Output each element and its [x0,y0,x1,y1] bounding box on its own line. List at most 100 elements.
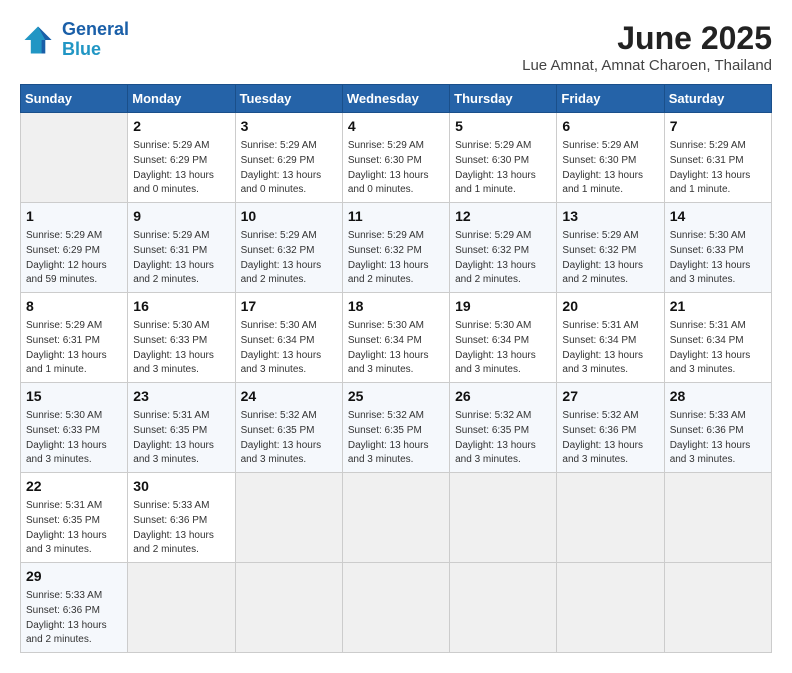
day-number: 26 [455,387,551,406]
day-info: Sunrise: 5:31 AMSunset: 6:34 PMDaylight:… [562,320,643,376]
day-number: 22 [26,477,122,496]
day-info: Sunrise: 5:29 AMSunset: 6:30 PMDaylight:… [562,140,643,196]
calendar-cell: 30 Sunrise: 5:33 AMSunset: 6:36 PMDaylig… [128,473,235,563]
weekday-monday: Monday [128,85,235,113]
week-row-5: 29 Sunrise: 5:33 AMSunset: 6:36 PMDaylig… [21,563,772,653]
calendar-cell [664,473,771,563]
week-row-0: 2 Sunrise: 5:29 AMSunset: 6:29 PMDayligh… [21,113,772,203]
day-info: Sunrise: 5:29 AMSunset: 6:31 PMDaylight:… [133,230,214,286]
day-number: 19 [455,297,551,316]
calendar-cell: 1 Sunrise: 5:29 AMSunset: 6:29 PMDayligh… [21,203,128,293]
calendar-cell: 27 Sunrise: 5:32 AMSunset: 6:36 PMDaylig… [557,383,664,473]
day-number: 23 [133,387,229,406]
logo-icon [20,22,56,58]
calendar-cell: 21 Sunrise: 5:31 AMSunset: 6:34 PMDaylig… [664,293,771,383]
week-row-3: 15 Sunrise: 5:30 AMSunset: 6:33 PMDaylig… [21,383,772,473]
day-info: Sunrise: 5:31 AMSunset: 6:35 PMDaylight:… [26,500,107,556]
main-title: June 2025 [522,20,772,57]
weekday-tuesday: Tuesday [235,85,342,113]
day-number: 15 [26,387,122,406]
day-info: Sunrise: 5:31 AMSunset: 6:35 PMDaylight:… [133,410,214,466]
day-info: Sunrise: 5:29 AMSunset: 6:32 PMDaylight:… [241,230,322,286]
day-number: 1 [26,207,122,226]
day-number: 21 [670,297,766,316]
day-number: 14 [670,207,766,226]
day-number: 17 [241,297,337,316]
calendar-cell [557,473,664,563]
day-number: 29 [26,567,122,586]
day-number: 6 [562,117,658,136]
day-info: Sunrise: 5:29 AMSunset: 6:29 PMDaylight:… [26,230,107,286]
day-number: 9 [133,207,229,226]
calendar-cell: 12 Sunrise: 5:29 AMSunset: 6:32 PMDaylig… [450,203,557,293]
day-number: 12 [455,207,551,226]
subtitle: Lue Amnat, Amnat Charoen, Thailand [522,57,772,74]
calendar-cell: 25 Sunrise: 5:32 AMSunset: 6:35 PMDaylig… [342,383,449,473]
day-info: Sunrise: 5:33 AMSunset: 6:36 PMDaylight:… [133,500,214,556]
calendar-cell [342,473,449,563]
week-row-1: 1 Sunrise: 5:29 AMSunset: 6:29 PMDayligh… [21,203,772,293]
day-number: 5 [455,117,551,136]
calendar-cell: 20 Sunrise: 5:31 AMSunset: 6:34 PMDaylig… [557,293,664,383]
calendar-cell: 9 Sunrise: 5:29 AMSunset: 6:31 PMDayligh… [128,203,235,293]
calendar-cell: 2 Sunrise: 5:29 AMSunset: 6:29 PMDayligh… [128,113,235,203]
calendar-cell: 8 Sunrise: 5:29 AMSunset: 6:31 PMDayligh… [21,293,128,383]
week-row-4: 22 Sunrise: 5:31 AMSunset: 6:35 PMDaylig… [21,473,772,563]
day-number: 2 [133,117,229,136]
day-number: 18 [348,297,444,316]
calendar-cell [342,563,449,653]
day-info: Sunrise: 5:29 AMSunset: 6:32 PMDaylight:… [562,230,643,286]
calendar-cell: 5 Sunrise: 5:29 AMSunset: 6:30 PMDayligh… [450,113,557,203]
logo-text: General Blue [62,20,129,60]
day-number: 28 [670,387,766,406]
calendar-cell [557,563,664,653]
day-info: Sunrise: 5:33 AMSunset: 6:36 PMDaylight:… [670,410,751,466]
calendar-cell: 24 Sunrise: 5:32 AMSunset: 6:35 PMDaylig… [235,383,342,473]
day-info: Sunrise: 5:30 AMSunset: 6:33 PMDaylight:… [26,410,107,466]
day-info: Sunrise: 5:30 AMSunset: 6:34 PMDaylight:… [455,320,536,376]
calendar-cell: 23 Sunrise: 5:31 AMSunset: 6:35 PMDaylig… [128,383,235,473]
calendar-cell: 26 Sunrise: 5:32 AMSunset: 6:35 PMDaylig… [450,383,557,473]
day-number: 25 [348,387,444,406]
calendar-body: 2 Sunrise: 5:29 AMSunset: 6:29 PMDayligh… [21,113,772,653]
day-number: 20 [562,297,658,316]
calendar-header: SundayMondayTuesdayWednesdayThursdayFrid… [21,85,772,113]
day-number: 4 [348,117,444,136]
calendar-cell: 11 Sunrise: 5:29 AMSunset: 6:32 PMDaylig… [342,203,449,293]
day-info: Sunrise: 5:29 AMSunset: 6:30 PMDaylight:… [455,140,536,196]
weekday-saturday: Saturday [664,85,771,113]
calendar-cell: 3 Sunrise: 5:29 AMSunset: 6:29 PMDayligh… [235,113,342,203]
calendar-cell: 10 Sunrise: 5:29 AMSunset: 6:32 PMDaylig… [235,203,342,293]
day-number: 16 [133,297,229,316]
day-info: Sunrise: 5:29 AMSunset: 6:29 PMDaylight:… [133,140,214,196]
day-info: Sunrise: 5:30 AMSunset: 6:33 PMDaylight:… [133,320,214,376]
day-number: 10 [241,207,337,226]
calendar-cell: 6 Sunrise: 5:29 AMSunset: 6:30 PMDayligh… [557,113,664,203]
calendar-cell [235,563,342,653]
weekday-friday: Friday [557,85,664,113]
day-info: Sunrise: 5:32 AMSunset: 6:35 PMDaylight:… [348,410,429,466]
weekday-header-row: SundayMondayTuesdayWednesdayThursdayFrid… [21,85,772,113]
day-number: 30 [133,477,229,496]
day-info: Sunrise: 5:29 AMSunset: 6:32 PMDaylight:… [348,230,429,286]
calendar-cell: 4 Sunrise: 5:29 AMSunset: 6:30 PMDayligh… [342,113,449,203]
weekday-sunday: Sunday [21,85,128,113]
calendar-cell: 22 Sunrise: 5:31 AMSunset: 6:35 PMDaylig… [21,473,128,563]
calendar-cell: 13 Sunrise: 5:29 AMSunset: 6:32 PMDaylig… [557,203,664,293]
day-info: Sunrise: 5:31 AMSunset: 6:34 PMDaylight:… [670,320,751,376]
day-number: 13 [562,207,658,226]
day-info: Sunrise: 5:30 AMSunset: 6:33 PMDaylight:… [670,230,751,286]
day-number: 11 [348,207,444,226]
day-number: 27 [562,387,658,406]
week-row-2: 8 Sunrise: 5:29 AMSunset: 6:31 PMDayligh… [21,293,772,383]
day-info: Sunrise: 5:32 AMSunset: 6:35 PMDaylight:… [241,410,322,466]
day-info: Sunrise: 5:29 AMSunset: 6:30 PMDaylight:… [348,140,429,196]
calendar-cell [128,563,235,653]
calendar-cell: 29 Sunrise: 5:33 AMSunset: 6:36 PMDaylig… [21,563,128,653]
calendar-cell: 15 Sunrise: 5:30 AMSunset: 6:33 PMDaylig… [21,383,128,473]
day-info: Sunrise: 5:29 AMSunset: 6:31 PMDaylight:… [26,320,107,376]
logo: General Blue [20,20,129,60]
day-info: Sunrise: 5:29 AMSunset: 6:31 PMDaylight:… [670,140,751,196]
day-info: Sunrise: 5:32 AMSunset: 6:35 PMDaylight:… [455,410,536,466]
day-number: 8 [26,297,122,316]
